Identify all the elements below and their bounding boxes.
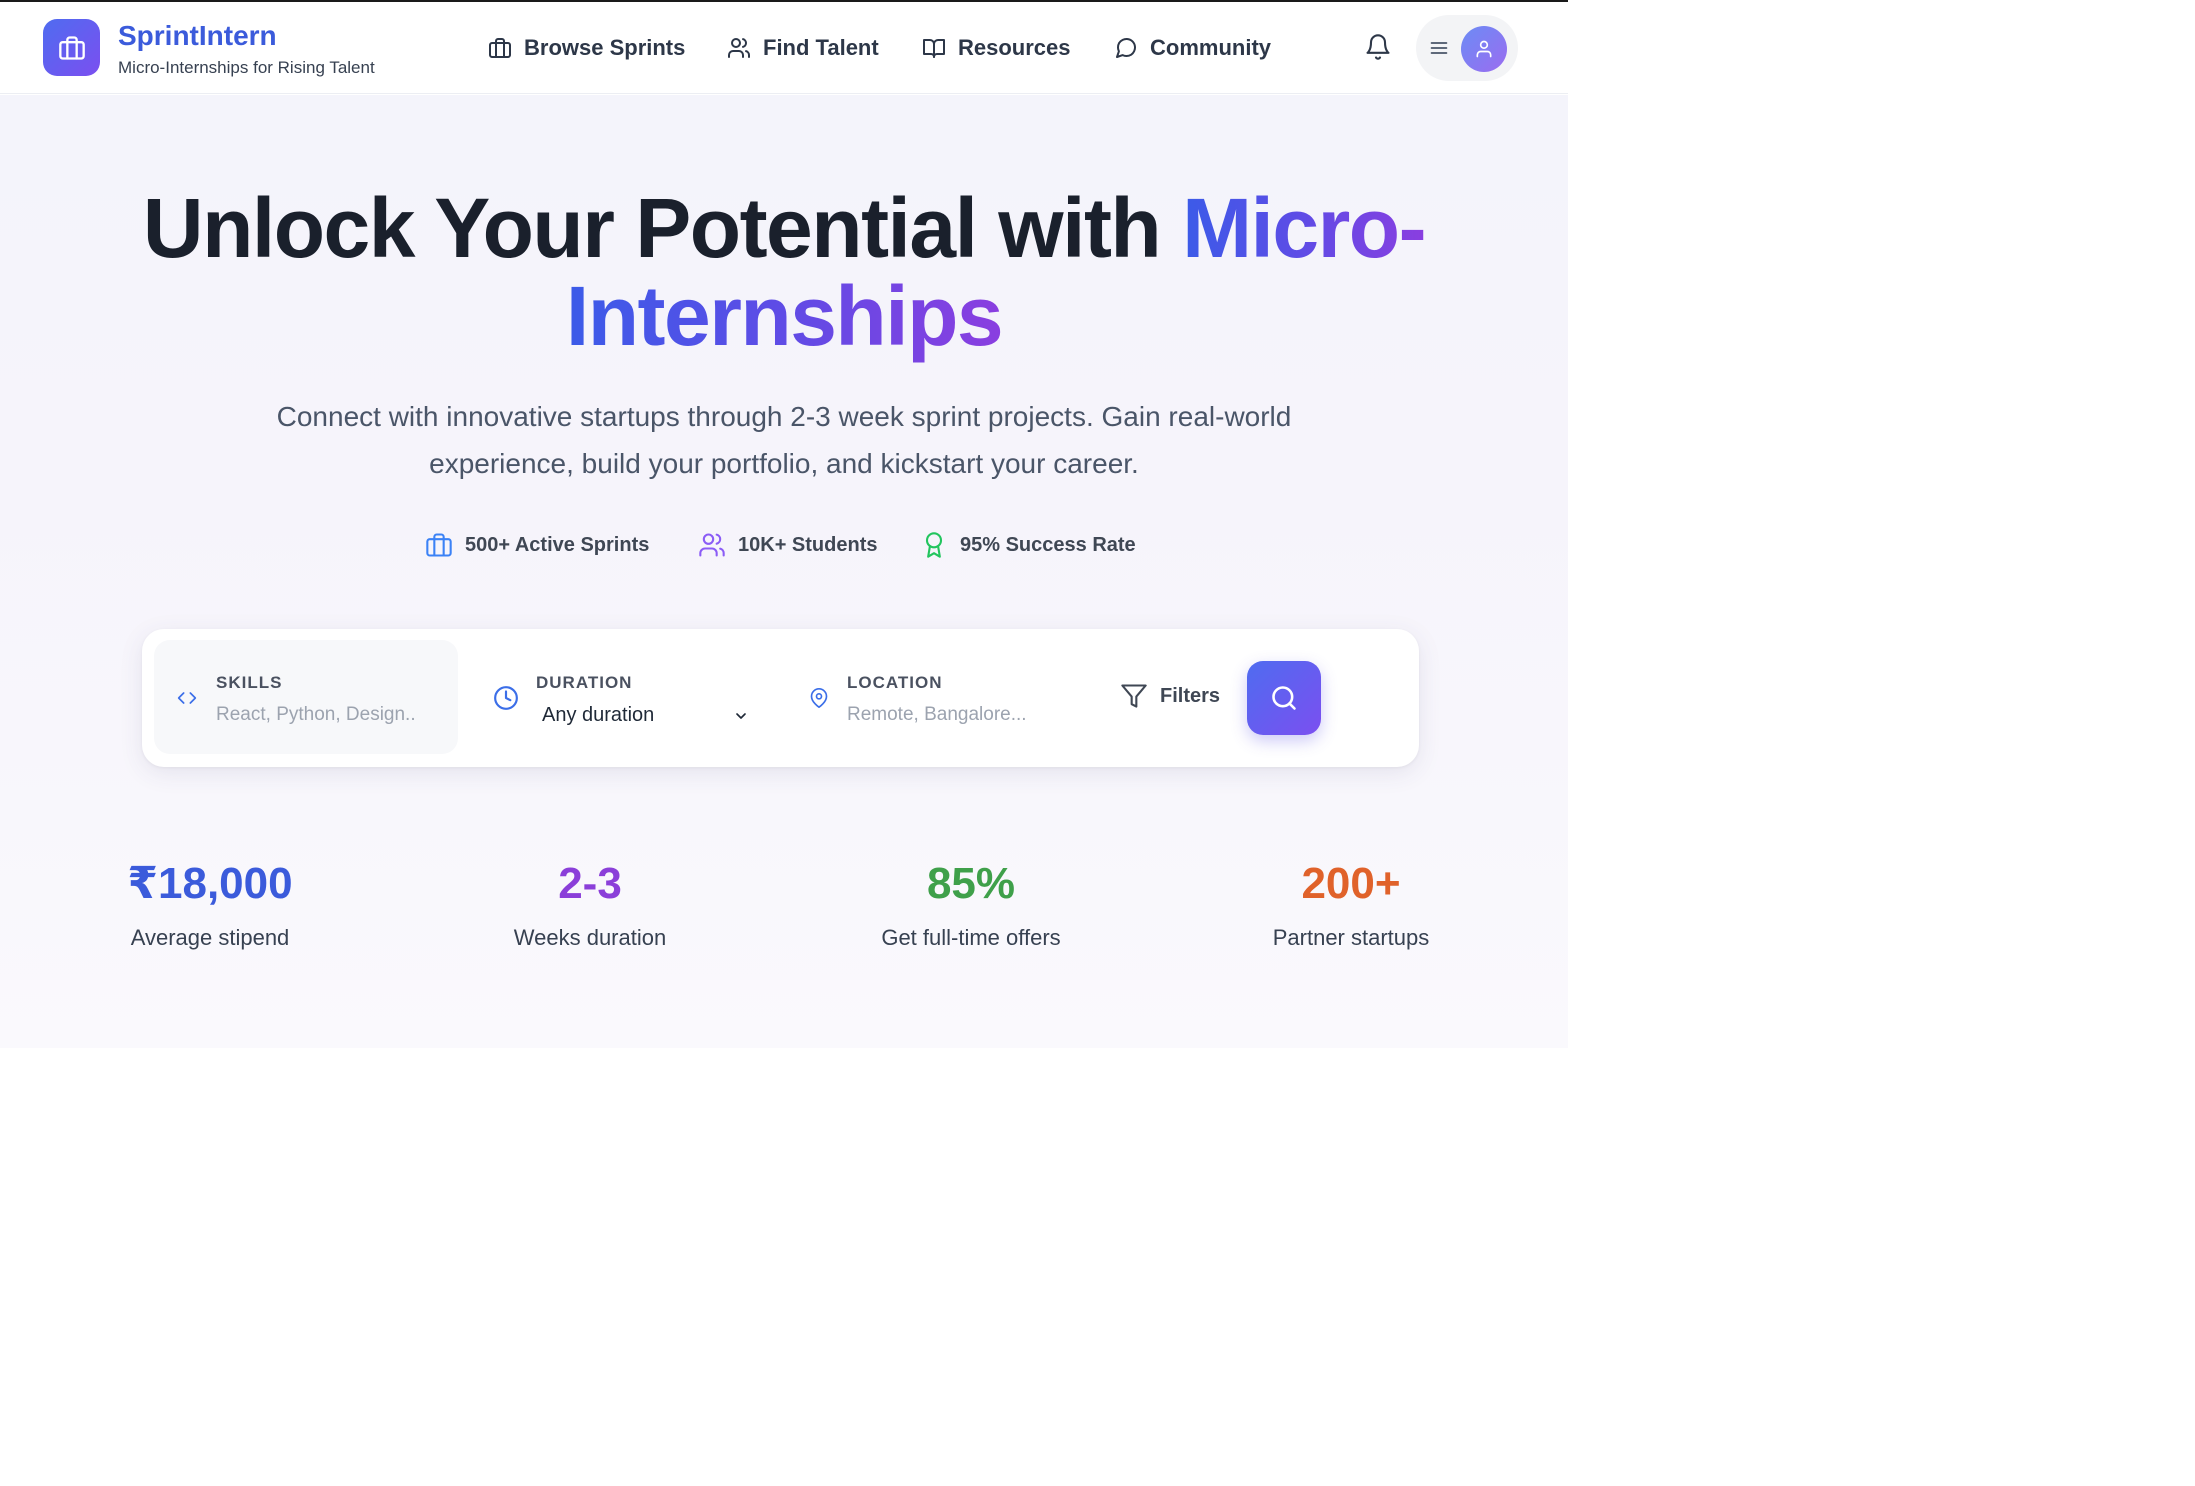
nav-find-talent[interactable]: Find Talent: [727, 30, 879, 66]
avatar[interactable]: [1461, 26, 1507, 72]
page-bottom: [0, 1048, 1568, 1061]
metric-value: ₹18,000: [127, 859, 293, 908]
highlight-active-sprints: 500+ Active Sprints: [425, 528, 649, 562]
metric-value: 85%: [926, 859, 1016, 908]
user-icon: [1476, 40, 1492, 58]
briefcase-icon: [58, 35, 85, 60]
filters-button[interactable]: Filters: [1120, 682, 1220, 710]
highlight-text: 95% Success Rate: [960, 533, 1136, 556]
hero-subtitle: Connect with innovative startups through…: [276, 401, 1292, 479]
nav-label: Find Talent: [763, 35, 879, 60]
nav-label: Browse Sprints: [524, 35, 686, 60]
metric-full-time-offers: 85% Get full-time offers: [821, 858, 1121, 951]
briefcase-icon: [426, 533, 452, 557]
hero-title-highlight: Internships: [565, 269, 1004, 363]
highlight-success-rate: 95% Success Rate: [920, 528, 1136, 562]
duration-label: DURATION: [536, 673, 633, 692]
highlight-students: 10K+ Students: [698, 528, 877, 562]
code-icon: [177, 692, 197, 704]
nav-browse-sprints[interactable]: Browse Sprints: [488, 30, 685, 66]
users-icon: [728, 38, 750, 58]
chat-icon: [1116, 37, 1137, 58]
skills-field[interactable]: [154, 640, 458, 754]
hero-title-highlight: Micro-: [1182, 181, 1427, 275]
search-icon: [1272, 686, 1296, 710]
skills-input[interactable]: React, Python, Design..: [216, 704, 416, 726]
logo[interactable]: [43, 19, 100, 76]
filter-icon: [1121, 684, 1147, 708]
clock-icon: [494, 686, 518, 710]
hero-title: Unlock Your Potential with Micro- Intern…: [0, 184, 1568, 360]
brand-tagline: Micro-Internships for Rising Talent: [118, 58, 375, 77]
highlight-text: 10K+ Students: [738, 533, 878, 556]
metric-caption: Weeks duration: [513, 925, 667, 950]
search-button[interactable]: [1247, 661, 1321, 735]
hero-title-plain: Unlock Your Potential with: [142, 181, 1183, 275]
highlight-text: 500+ Active Sprints: [465, 533, 650, 556]
hamburger-menu-icon[interactable]: [1429, 38, 1449, 58]
book-icon: [923, 39, 945, 58]
metric-partner-startups: 200+ Partner startups: [1201, 858, 1501, 951]
metric-value: 200+: [1301, 859, 1401, 908]
metric-caption: Average stipend: [130, 925, 290, 950]
nav-label: Community: [1150, 35, 1271, 60]
location-label: LOCATION: [847, 673, 943, 692]
metric-value: 2-3: [558, 859, 622, 908]
brand-name[interactable]: SprintIntern: [118, 20, 277, 52]
metric-average-stipend: ₹18,000 Average stipend: [60, 858, 360, 951]
location-input[interactable]: Remote, Bangalore...: [847, 704, 1027, 726]
bell-icon[interactable]: [1364, 32, 1392, 62]
skills-label: SKILLS: [216, 673, 283, 692]
users-icon: [699, 533, 725, 557]
briefcase-icon: [489, 38, 511, 58]
nav-resources[interactable]: Resources: [922, 30, 1071, 66]
metric-caption: Get full-time offers: [881, 925, 1061, 950]
duration-select[interactable]: Any duration: [542, 704, 654, 727]
nav-community[interactable]: Community: [1114, 30, 1271, 66]
top-navbar: SprintIntern Micro-Internships for Risin…: [0, 2, 1568, 94]
map-pin-icon: [810, 688, 828, 708]
nav-label: Resources: [958, 35, 1071, 60]
filters-label: Filters: [1160, 684, 1221, 707]
chevron-down-icon[interactable]: [733, 708, 749, 724]
award-icon: [925, 532, 943, 558]
metric-caption: Partner startups: [1272, 925, 1430, 950]
metric-weeks-duration: 2-3 Weeks duration: [440, 858, 740, 951]
